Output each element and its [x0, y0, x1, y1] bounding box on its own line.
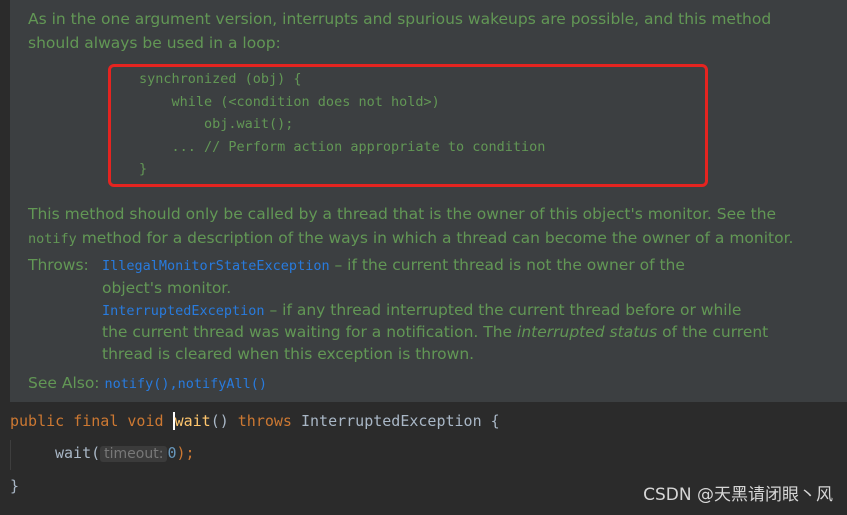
csdn-watermark: CSDN @天黑请闭眼丶风: [643, 485, 833, 505]
interrupted-exception-link[interactable]: InterruptedException: [102, 303, 265, 319]
doc-owner-line1: This method should only be called by a t…: [28, 205, 777, 223]
javadoc-popup: As in the one argument version, interrup…: [0, 0, 847, 402]
see-also-row: See Also: notify(),notifyAll(): [28, 374, 268, 392]
code-line-2: while (<condition does not hold>): [139, 94, 440, 110]
parameter-hint: timeout:: [100, 446, 168, 462]
highlighted-code-example: synchronized (obj) { while (<condition d…: [108, 64, 708, 187]
throws-item-2-cont: the current thread was waiting for a not…: [102, 323, 769, 341]
closing-brace-line: }: [10, 477, 20, 495]
doc-intro-line2: should always be used in a loop:: [28, 34, 281, 52]
doc-owner-line2: notify method for a description of the w…: [28, 229, 794, 247]
code-line-1: synchronized (obj) {: [139, 71, 302, 87]
throws-item-1: IllegalMonitorStateException – if the cu…: [102, 256, 685, 274]
notify-code-ref: notify: [28, 231, 77, 247]
code-line-5: }: [139, 161, 148, 177]
throws-label: Throws:: [28, 256, 89, 274]
method-signature-line[interactable]: public final void wait() throws Interrup…: [10, 412, 500, 430]
see-also-label: See Also:: [28, 374, 100, 392]
wait-call-line[interactable]: wait(timeout: 0);: [55, 444, 195, 462]
throws-item-2: InterruptedException – if any thread int…: [102, 301, 742, 319]
notify-all-link[interactable]: notifyAll(): [178, 376, 267, 392]
exception-type[interactable]: InterruptedException: [301, 412, 482, 430]
code-line-3: obj.wait();: [139, 116, 294, 132]
doc-intro-line1: As in the one argument version, interrup…: [28, 10, 772, 28]
throws-item-1-cont: object's monitor.: [102, 279, 232, 297]
code-line-4: ... // Perform action appropriate to con…: [139, 139, 546, 155]
throws-item-2-cont2: thread is cleared when this exception is…: [102, 345, 475, 363]
notify-link[interactable]: notify(): [104, 376, 169, 392]
indent-guide: [10, 440, 11, 470]
wait-method-name[interactable]: wait: [172, 412, 211, 430]
illegal-monitor-state-exception-link[interactable]: IllegalMonitorStateException: [102, 258, 330, 274]
